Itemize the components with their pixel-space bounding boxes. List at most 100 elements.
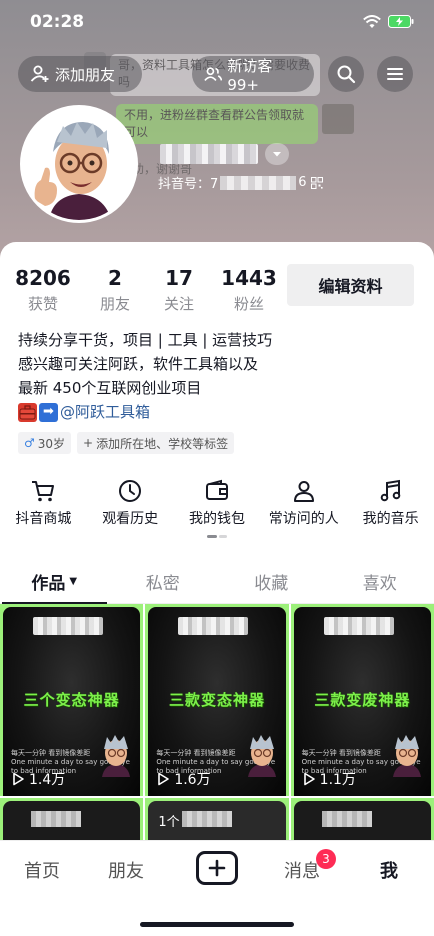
new-visitors-button[interactable]: 新访客 99+: [192, 56, 314, 94]
stat-likes-label: 获赞: [27, 295, 58, 313]
douyin-id-prefix: 抖音号：7: [158, 177, 219, 192]
clock-icon: [119, 480, 142, 502]
video-cover-label: 1个: [158, 815, 180, 830]
search-button[interactable]: [328, 56, 364, 92]
video-thumbnail-cover: 三款变废神器 每天一分钟 看到镜像差距 One minute a day to …: [293, 607, 431, 796]
right-arrow-emoji-icon: ➡: [39, 402, 58, 422]
stat-friends[interactable]: 2 朋友: [90, 266, 140, 314]
play-icon: [158, 772, 170, 786]
search-icon: [337, 65, 356, 84]
tab-private[interactable]: 私密: [109, 560, 218, 603]
profile-bio: 持续分享干货，项目 | 工具 | 运营技巧 感兴趣可关注阿跃，软件工具箱以及 最…: [18, 328, 272, 424]
toolbox-emoji-icon: [18, 402, 37, 422]
stat-likes[interactable]: 8206 获赞: [15, 266, 71, 314]
caret-down-icon: ▼: [69, 576, 78, 587]
video-thumbnail[interactable]: 三款变态神器 每天一分钟 看到镜像差距 One minute a day to …: [145, 604, 289, 796]
douyin-id-suffix: 6: [298, 175, 307, 190]
douyin-id-redacted: [220, 175, 297, 190]
switch-account-button[interactable]: [265, 143, 289, 165]
status-time: 02:28: [30, 12, 85, 32]
age-tag: ♂ 30岁: [18, 432, 72, 454]
shortcut-history-label: 观看历史: [102, 511, 159, 527]
video-cover-title: 三款变态神器: [168, 691, 265, 709]
visitors-icon: [204, 67, 223, 81]
chat-image-thumb: [322, 104, 354, 134]
play-count-value: 1.1万: [319, 772, 356, 788]
add-friend-button[interactable]: 添加朋友: [18, 56, 142, 92]
cover-text-redacted: [321, 811, 372, 827]
shortcut-frequent-visits[interactable]: 常访问的人: [260, 478, 347, 528]
tab-favorites[interactable]: 收藏: [217, 560, 326, 603]
play-icon: [303, 772, 315, 786]
stat-fans[interactable]: 1443 粉丝: [221, 266, 277, 314]
shortcut-wallet-label: 我的钱包: [188, 511, 245, 527]
age-tag-label: 30岁: [37, 436, 66, 451]
play-count: 1.4万: [11, 769, 65, 789]
cover-text-redacted: [33, 617, 103, 635]
memoji-thumbnail-image: [247, 735, 276, 777]
chat-bubble-outgoing: 不用，进粉丝群查看群公告领取就可以: [116, 104, 318, 144]
play-count-value: 1.6万: [174, 772, 211, 788]
stat-fans-label: 粉丝: [233, 295, 264, 313]
profile-sheet: 8206 获赞 2 朋友 17 关注 1443 粉丝 编辑资料 持续分享干货，项…: [0, 242, 434, 936]
tab-works-label: 作品: [31, 574, 66, 594]
plus-icon: [208, 859, 226, 877]
douyin-id[interactable]: 抖音号：7 6: [158, 173, 323, 192]
video-thumbnail[interactable]: 三个变态神器 每天一分钟 看到镜像差距 One minute a day to …: [0, 604, 144, 796]
stat-following-label: 关注: [163, 295, 194, 313]
memoji-avatar-image: [23, 108, 135, 220]
wifi-icon: [363, 15, 381, 28]
status-bar: 02:28: [0, 0, 434, 44]
cover-text-redacted: [178, 617, 249, 635]
video-cover-title: 三款变废神器: [314, 691, 411, 709]
tab-works[interactable]: 作品 ▼: [0, 560, 109, 604]
shortcut-music[interactable]: 我的音乐: [347, 478, 434, 528]
toolbox-account-link[interactable]: @阿跃工具箱: [60, 400, 150, 424]
cart-icon: [32, 481, 55, 502]
nav-friends[interactable]: 朋友: [108, 857, 144, 883]
add-location-tag[interactable]: + 添加所在地、学校等标签: [77, 432, 235, 454]
edit-profile-button[interactable]: 编辑资料: [287, 264, 414, 306]
shortcut-page-indicator: [207, 535, 227, 538]
avatar[interactable]: [20, 105, 138, 223]
messages-badge: 3: [316, 849, 336, 869]
create-post-button[interactable]: [196, 851, 238, 885]
nav-messages[interactable]: 消息: [284, 857, 320, 883]
shortcut-mall[interactable]: 抖音商城: [0, 478, 87, 528]
music-note-icon: [380, 479, 400, 502]
profile-header-background: 哥，资料工具箱怎么领呢？需要收费吗 不用，进粉丝群查看群公告领取就可以 助，谢谢…: [0, 0, 434, 262]
profile-tags: ♂ 30岁 + 添加所在地、学校等标签: [18, 432, 235, 454]
qr-code-icon: [310, 176, 323, 189]
video-cover-title: 三个变态神器: [23, 691, 120, 709]
video-thumbnail[interactable]: [290, 798, 434, 846]
play-count: 1.1万: [302, 769, 356, 789]
cover-text-redacted: [182, 811, 233, 827]
stat-friends-label: 朋友: [99, 295, 130, 313]
nav-me[interactable]: 我: [380, 857, 398, 883]
bio-link-row: ➡ @阿跃工具箱: [18, 400, 272, 424]
bio-line-1: 持续分享干货，项目 | 工具 | 运营技巧: [18, 331, 273, 349]
stat-following[interactable]: 17 关注: [154, 266, 204, 314]
profile-stats: 8206 获赞 2 朋友 17 关注 1443 粉丝: [15, 266, 277, 314]
stat-fans-value: 1443: [221, 266, 277, 290]
tab-likes[interactable]: 喜欢: [326, 560, 434, 603]
home-indicator: [140, 922, 294, 927]
play-count: 1.6万: [156, 769, 211, 789]
add-person-icon: [30, 65, 49, 82]
shortcut-wallet[interactable]: 我的钱包: [174, 478, 261, 528]
nav-home[interactable]: 首页: [24, 857, 60, 883]
male-icon: ♂: [24, 436, 35, 450]
shortcut-history[interactable]: 观看历史: [87, 478, 174, 528]
add-friend-label: 添加朋友: [55, 65, 116, 84]
video-thumbnail[interactable]: 1个: [145, 798, 289, 846]
new-visitors-label: 新访客 99+: [227, 56, 273, 94]
video-thumbnail-cover: 三个变态神器 每天一分钟 看到镜像差距 One minute a day to …: [3, 607, 141, 796]
video-thumbnail[interactable]: [0, 798, 144, 846]
wallet-icon: [205, 479, 228, 500]
menu-button[interactable]: [377, 56, 413, 92]
video-grid-row-2: 1个: [0, 798, 434, 846]
memoji-thumbnail-image: [392, 735, 421, 777]
video-thumbnail[interactable]: 三款变废神器 每天一分钟 看到镜像差距 One minute a day to …: [290, 604, 434, 796]
play-count-value: 1.4万: [29, 772, 66, 788]
chevron-down-icon: [273, 152, 281, 157]
